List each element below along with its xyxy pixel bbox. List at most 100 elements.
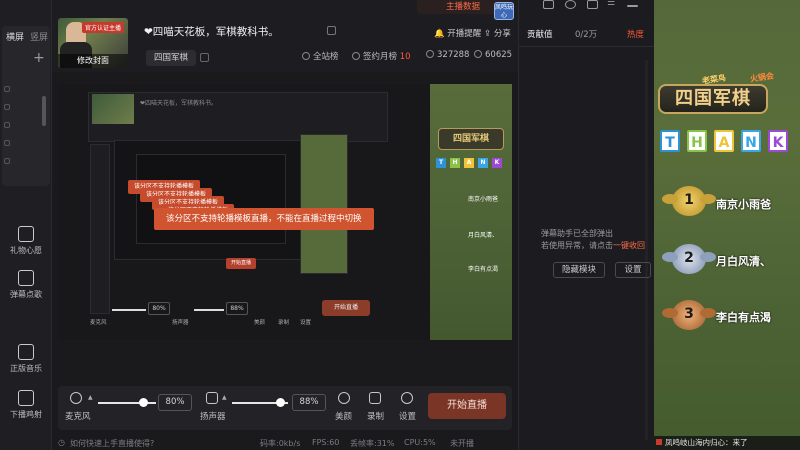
game-overlay: 老菜鸟 火锅会 四国军棋 T H A N K 1 南京小雨爸 2 月白风清、 3… [654,0,800,450]
hide-module-button[interactable]: 隐藏模块 [553,262,605,278]
preview-mic-pct: 80% [148,302,170,315]
cpu-text: CPU:5% [404,438,436,447]
chat-scrollbar[interactable] [645,60,648,440]
flame-icon [426,50,434,58]
scene-item-icon[interactable] [4,104,10,110]
speaker-dropdown-caret[interactable]: ▲ [222,394,227,401]
speaker-volume-value[interactable]: 88% [292,394,326,411]
category-pill[interactable]: 四国军棋 [146,50,197,66]
edit-cover-caption[interactable]: 修改封面 [58,54,128,68]
live-remind-button[interactable]: 🔔 开播提醒 [434,27,481,39]
signed-rank-value: 10 [399,52,411,62]
silver-medal-icon: 2 [662,244,716,274]
bronze-medal-icon: 3 [662,300,716,330]
mic-volume-value[interactable]: 80% [158,394,192,411]
signed-rank-label: 签约月榜 [363,52,398,62]
tab-contribution[interactable]: 贡献值 [527,26,553,44]
end-stream-button[interactable]: 下播鸡射 [0,390,52,420]
scene-item-icon[interactable] [4,86,10,92]
panel-settings-button[interactable]: 设置 [615,262,651,278]
preview-start-mini: 开始直播 [226,258,256,269]
end-stream-label: 下播鸡射 [10,410,42,419]
stream-status-text: 未开播 [450,439,474,448]
preview-winner-1: 南京小雨爸 [468,196,499,203]
bitrate-text: 码率:0kb/s [260,439,301,448]
add-scene-icon[interactable]: + [33,50,45,66]
control-bar: 麦克风 ▲ 80% 扬声器 ▲ 88% 美颜 录制 设置 开始直播 [58,386,512,430]
signed-rank-chip[interactable]: 签约月榜 10 [352,50,411,62]
menu-icon[interactable]: ☰ [607,0,618,9]
scene-tabs: 横屏 竖屏 + [2,26,50,186]
station-rank-chip[interactable]: 全站榜 [302,50,339,62]
help-icon: ◷ [58,438,65,447]
headset-icon[interactable] [565,0,576,9]
help-link[interactable]: 如何快速上手直播使得? [70,438,154,449]
bell-icon: 🔔 [434,29,445,39]
preview-cover-thumb [92,94,134,124]
ranking-tabs: 贡献值 0/2万 热度 [523,26,651,44]
dropped-frames-text: 丢帧率:31% [350,439,395,448]
retract-all-link[interactable]: 一键收回 [613,241,645,250]
scene-item-icon[interactable] [4,140,10,146]
end-stream-icon [18,390,34,406]
thank-tile-k: K [768,130,788,152]
edit-category-icon[interactable] [200,53,209,62]
thank-tile-n: N [741,130,761,152]
preview-speaker-pct: 88% [226,302,248,315]
preview-sidebar-layer [90,144,110,314]
game-chat-ticker: 凤鸣岐山海内归心：来了 [654,436,800,450]
tab-portrait[interactable]: 竖屏 [30,30,48,43]
speaker-icon[interactable] [206,392,218,404]
record-label: 录制 [367,412,385,422]
station-label: 全站榜 [313,52,339,62]
download-music-icon [18,344,34,360]
beauty-icon[interactable] [338,392,350,404]
mic-dropdown-caret[interactable]: ▲ [88,394,93,401]
anchor-data-label: 主播数据 [445,2,480,12]
notification-icon[interactable] [587,0,598,9]
share-icon: ⇪ [484,29,492,39]
preview-beauty-label: 美颜 [254,320,266,326]
record-icon[interactable] [369,392,381,404]
tab-hot[interactable]: 热度 [627,26,644,44]
tab-landscape[interactable]: 横屏 [6,30,24,43]
rank-icon [302,52,310,60]
message-icon[interactable] [543,0,554,9]
licensed-music-label: 正版音乐 [10,364,42,373]
user-badge-icon [656,439,662,445]
scene-list-scrollbar[interactable] [42,96,46,126]
gift-wish-label: 礼物心愿 [10,246,42,255]
song-request-label: 弹幕点歌 [10,290,42,299]
minimize-icon[interactable] [627,5,638,7]
scene-item-icon[interactable] [4,158,10,164]
thank-letter-h: H [450,158,460,168]
panel-divider [519,46,655,47]
edit-title-icon[interactable] [327,26,336,35]
preview-speaker-label: 扬声器 [172,320,189,326]
winner-3-name: 李白有点渴 [716,311,771,324]
verified-badge: 官方认证主播 [81,22,124,33]
chat-panel: ☰ 贡献值 0/2万 热度 弹幕助手已全部弹出 若使用异常，请点击一键收回 隐藏… [518,0,655,450]
gift-icon [18,226,34,242]
microphone-icon[interactable] [70,392,82,404]
licensed-music-button[interactable]: 正版音乐 [0,344,52,374]
gold-medal-icon: 1 [662,186,716,216]
start-live-button[interactable]: 开始直播 [428,393,506,419]
tab-monthly[interactable]: 0/2万 [575,26,597,44]
cover-image[interactable]: 官方认证主播 修改封面 [58,18,128,68]
scene-item-icon[interactable] [4,122,10,128]
hot-value-chip: 327288 [426,50,469,60]
thank-tile-t: T [660,130,680,152]
stream-preview[interactable]: ❤四喵天花板，军棋教科书。 该分区不支持轮播模板 该分区不支持轮播模板 该分区不… [58,84,512,340]
song-request-button[interactable]: 弹幕点歌 [0,270,52,300]
speaker-volume-knob[interactable] [275,398,285,407]
share-button[interactable]: ⇪ 分享 [484,27,511,39]
footer-status-bar: ◷ 如何快速上手直播使得? 码率:0kb/s FPS:60 丢帧率:31% CP… [58,438,518,450]
mic-volume-knob[interactable] [139,398,149,407]
stream-header: 官方认证主播 修改封面 ❤四喵天花板，军棋教科书。 四国军棋 主播数据 🔔 开播… [52,0,518,72]
speaker-label: 扬声器 [200,412,226,422]
gear-icon[interactable] [401,392,413,404]
gift-wish-button[interactable]: 礼物心愿 [0,226,52,256]
preview-game-overlay: 四国军棋 T H A N K 南京小雨爸 月白风清、 李白有点渴 [430,84,512,340]
preview-game-mini [300,134,348,274]
